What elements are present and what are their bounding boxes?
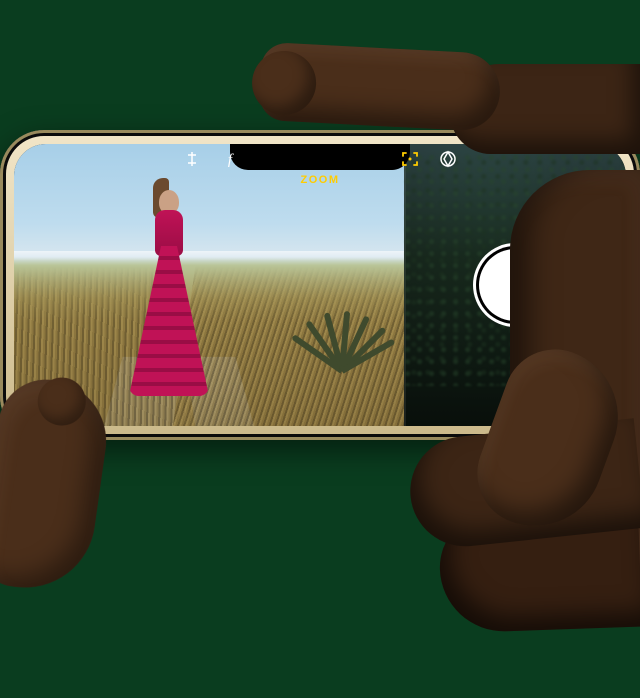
zoom-frame-icon[interactable]	[400, 149, 420, 169]
scene-agave-plant	[294, 281, 384, 371]
scene-root: f ZOOM	[0, 0, 640, 698]
f-stop-icon[interactable]: f	[220, 149, 240, 169]
right-hand-index-finger	[258, 42, 502, 132]
display-notch	[230, 144, 410, 170]
svg-text:f: f	[228, 152, 234, 168]
zoom-mode-label: ZOOM	[301, 174, 340, 186]
filters-icon[interactable]	[438, 149, 458, 169]
exposure-icon[interactable]	[182, 149, 202, 169]
scene-subject-woman	[129, 186, 209, 396]
